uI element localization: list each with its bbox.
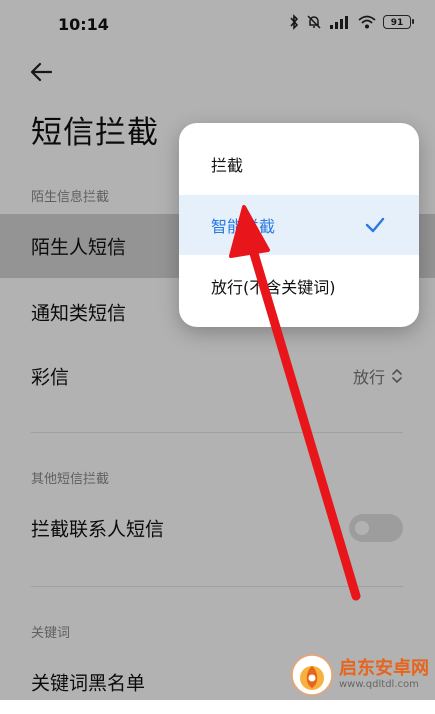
filter-mode-popup: 拦截 智能拦截 放行(不含关键词) — [179, 123, 419, 327]
dim-overlay[interactable] — [0, 0, 435, 700]
watermark-title: 启东安卓网 — [339, 658, 429, 679]
popup-option-allow[interactable]: 放行(不含关键词) — [179, 256, 419, 316]
check-icon — [365, 217, 385, 233]
option-label: 放行(不含关键词) — [211, 278, 336, 297]
option-label: 智能拦截 — [211, 217, 276, 236]
option-label: 拦截 — [211, 156, 244, 175]
watermark-url: www.qdltdl.com — [339, 679, 419, 690]
watermark-logo-icon — [291, 654, 333, 696]
popup-option-smart-block[interactable]: 智能拦截 — [179, 195, 419, 255]
watermark-text: 启东安卓网 www.qdltdl.com — [339, 659, 429, 691]
popup-option-block[interactable]: 拦截 — [179, 134, 419, 194]
watermark: 启东安卓网 www.qdltdl.com — [291, 654, 429, 696]
